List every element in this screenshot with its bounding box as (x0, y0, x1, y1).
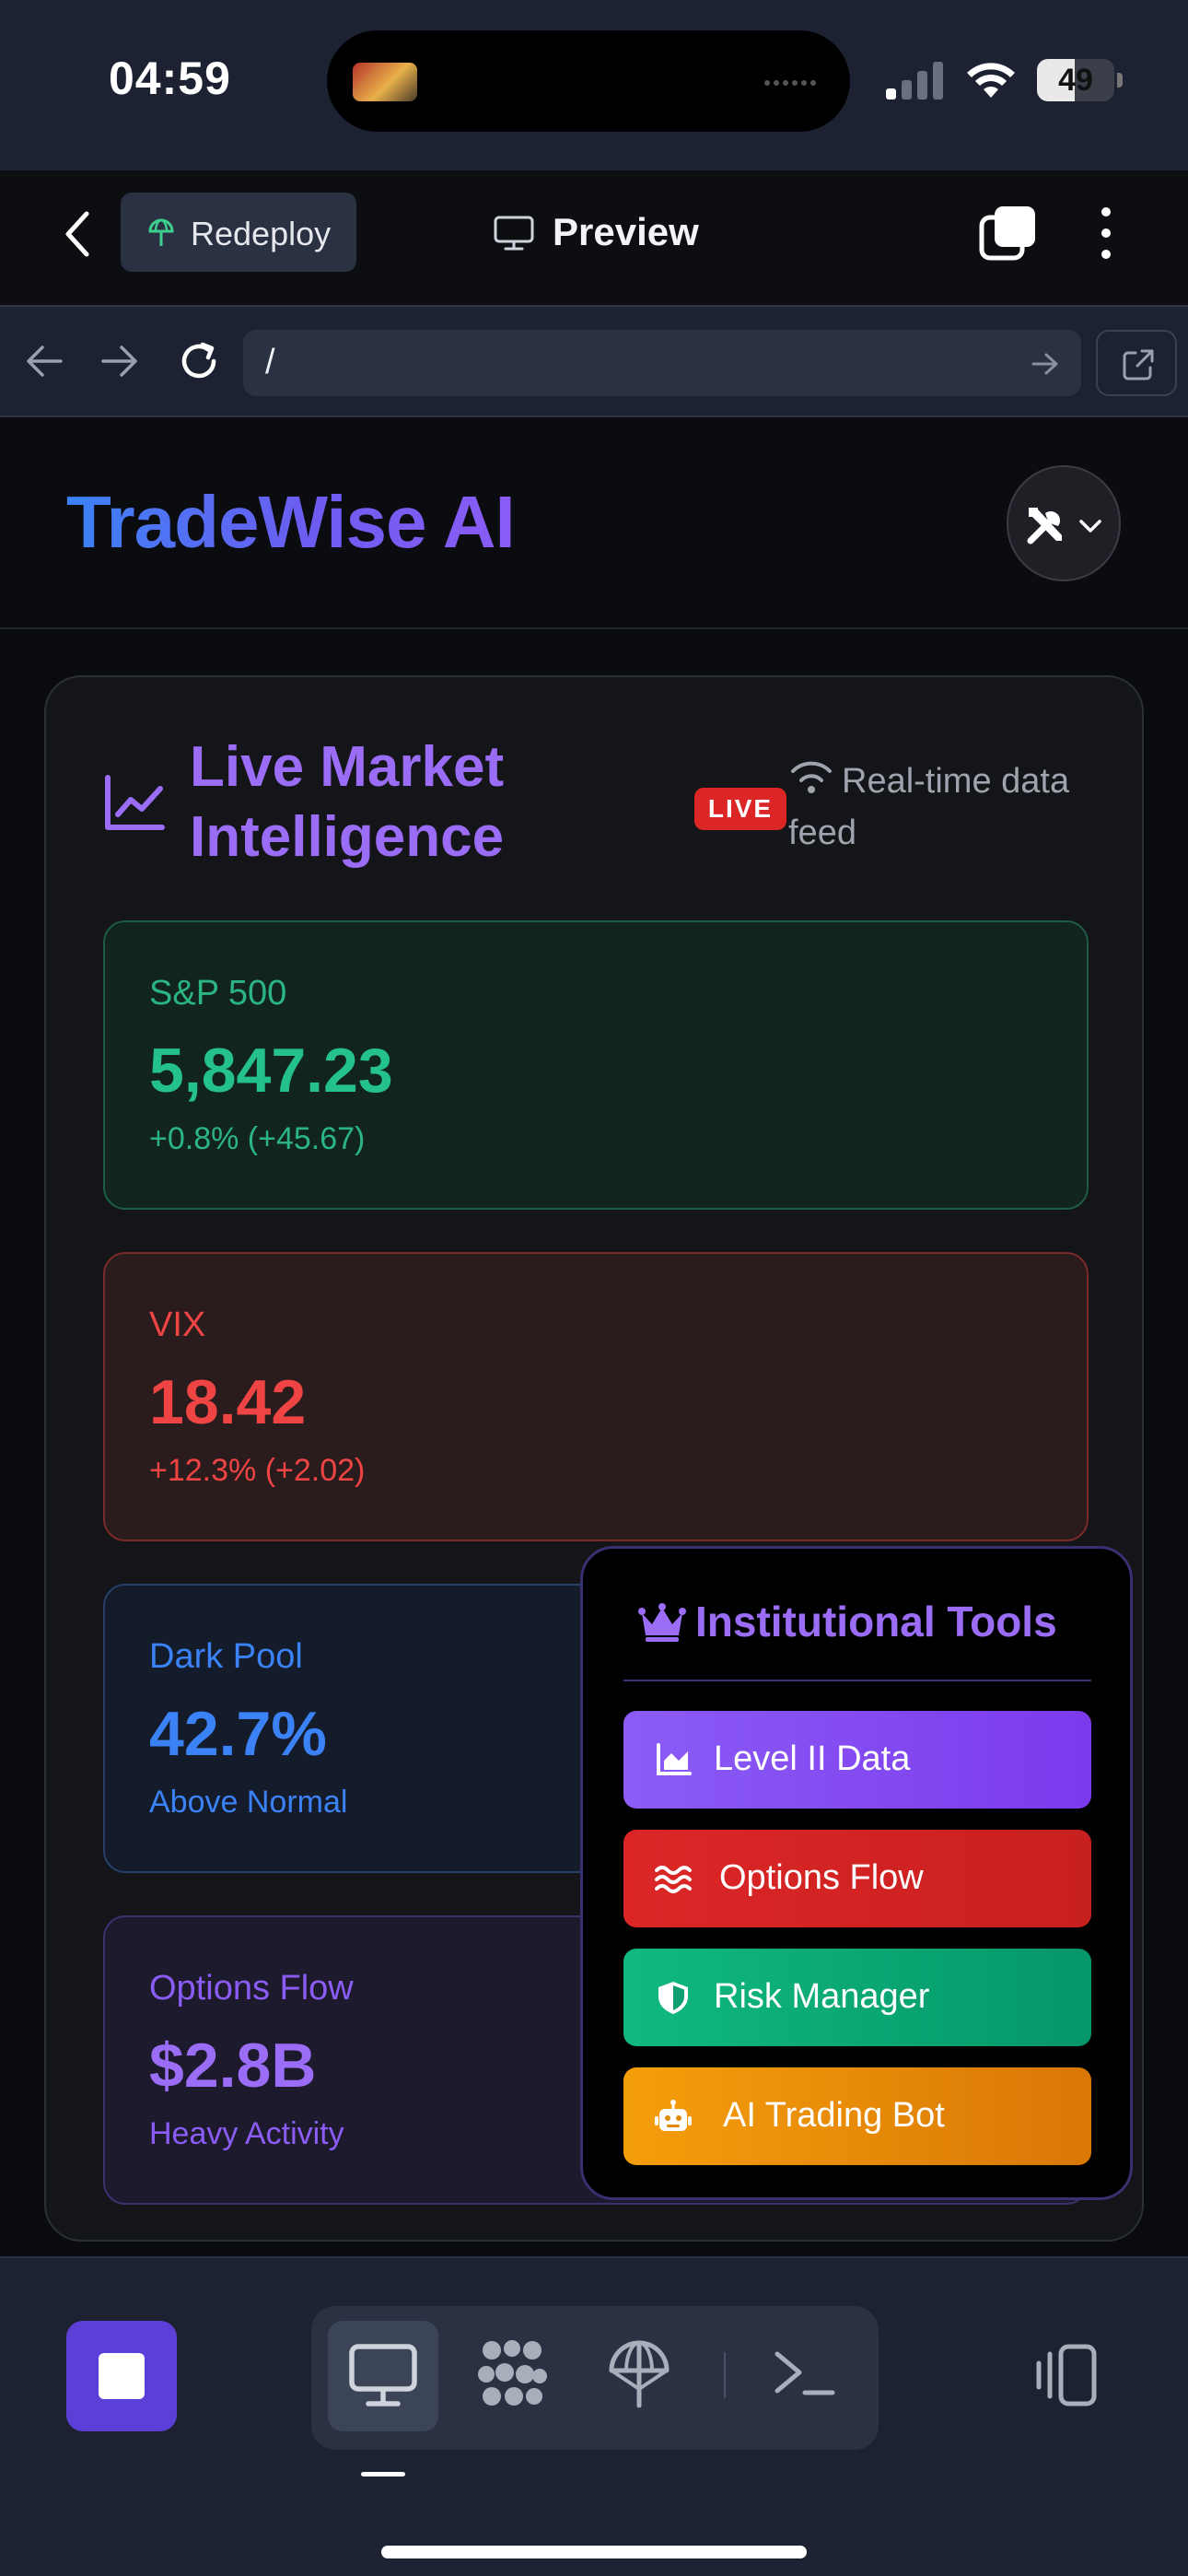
url-text: / (265, 343, 275, 381)
card-note: Above Normal (149, 1785, 348, 1820)
monitor-icon (349, 2344, 417, 2406)
reload-icon[interactable] (177, 339, 221, 383)
sp500-card[interactable]: S&P 500 5,847.23 +0.8% (+45.67) (103, 920, 1089, 1210)
active-tab-indicator (361, 2472, 405, 2476)
institutional-tools-menu: Institutional Tools Level II Data Option… (580, 1546, 1133, 2200)
level-ii-data-button[interactable]: Level II Data (623, 1711, 1091, 1809)
terminal-icon[interactable] (768, 2337, 842, 2411)
url-bar[interactable]: / (243, 330, 1081, 396)
arrow-right-icon[interactable] (99, 343, 140, 380)
now-playing-thumbnail[interactable] (353, 63, 417, 101)
tabs-icon[interactable] (978, 205, 1037, 262)
tools-icon (1027, 508, 1062, 544)
monitor-icon (494, 216, 534, 251)
card-label: VIX (149, 1306, 206, 1344)
page-title: Preview (553, 210, 699, 253)
status-bar: 04:59 49 (0, 0, 1188, 170)
menu-item-label: Options Flow (719, 1858, 924, 1897)
activity-dots (764, 74, 823, 86)
web-preview: TradeWise AI Live Market Intelligence LI… (0, 417, 1188, 2256)
home-indicator[interactable] (381, 2546, 807, 2558)
card-note: Heavy Activity (149, 2116, 344, 2151)
menu-item-label: Risk Manager (714, 1977, 930, 2016)
back-chevron-icon[interactable] (55, 208, 101, 260)
bottom-toolbar (0, 2256, 1188, 2576)
open-external-button[interactable] (1096, 330, 1177, 396)
view-switcher (311, 2306, 879, 2450)
redeploy-icon (148, 218, 174, 246)
card-label: Options Flow (149, 1969, 354, 2008)
trending-chart-icon (105, 775, 165, 830)
battery-icon: 49 (1037, 59, 1124, 101)
wifi-icon (967, 63, 1015, 98)
crown-icon (638, 1603, 686, 1642)
browser-bar: / (0, 305, 1188, 417)
ai-trading-bot-button[interactable]: AI Trading Bot (623, 2067, 1091, 2165)
card-value: 42.7% (149, 1699, 327, 1769)
water-icon (655, 1866, 692, 1893)
segment-divider (724, 2352, 726, 2398)
options-flow-button[interactable]: Options Flow (623, 1830, 1091, 1927)
packages-icon[interactable] (475, 2337, 549, 2411)
site-logo-title[interactable]: TradeWise AI (66, 480, 516, 565)
redeploy-label: Redeploy (191, 215, 332, 252)
vix-card[interactable]: VIX 18.42 +12.3% (+2.02) (103, 1252, 1089, 1541)
external-link-icon (1123, 349, 1154, 381)
stop-icon (99, 2353, 145, 2399)
preview-tab[interactable] (328, 2321, 438, 2431)
card-value: 5,847.23 (149, 1036, 393, 1106)
risk-manager-button[interactable]: Risk Manager (623, 1949, 1091, 2046)
live-badge: LIVE (694, 788, 786, 830)
redeploy-button[interactable]: Redeploy (121, 193, 356, 272)
shield-icon (658, 1982, 688, 2014)
tools-menu-button[interactable] (1007, 465, 1121, 581)
status-time: 04:59 (109, 53, 231, 104)
panel-title: Live Market Intelligence (190, 735, 505, 869)
arrow-left-icon[interactable] (24, 343, 64, 380)
card-label: Dark Pool (149, 1637, 303, 1676)
card-value: $2.8B (149, 2031, 317, 2101)
stop-button[interactable] (66, 2321, 177, 2431)
go-arrow-icon[interactable] (1031, 350, 1060, 378)
site-header: TradeWise AI (0, 417, 1188, 629)
robot-icon (655, 2100, 692, 2131)
battery-percent: 49 (1058, 63, 1093, 98)
chevron-down-icon (1079, 520, 1101, 533)
deploy-icon[interactable] (602, 2337, 676, 2411)
chart-area-icon (657, 1743, 692, 1775)
card-label: S&P 500 (149, 974, 287, 1013)
menu-divider (623, 1680, 1091, 1681)
feed-status-text: Real-time data feed (788, 762, 1070, 852)
card-change: +12.3% (+2.02) (149, 1453, 366, 1488)
more-vertical-icon[interactable] (1092, 205, 1120, 262)
card-value: 18.42 (149, 1367, 307, 1437)
menu-item-label: Level II Data (714, 1739, 911, 1778)
card-change: +0.8% (+45.67) (149, 1121, 366, 1156)
layout-toggle-icon[interactable] (1030, 2343, 1100, 2407)
menu-title: Institutional Tools (695, 1598, 1057, 1645)
signal-icon (886, 62, 943, 100)
menu-item-label: AI Trading Bot (723, 2096, 945, 2135)
